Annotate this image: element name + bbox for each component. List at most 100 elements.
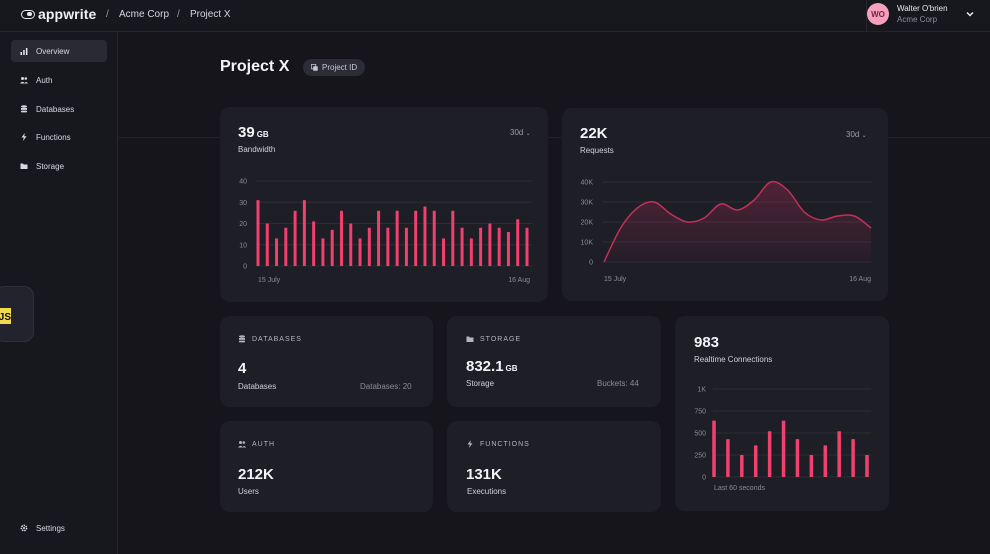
databases-card[interactable]: DATABASES 4 Databases Databases: 20 [220,316,433,407]
database-icon [239,335,245,343]
requests-area [604,181,871,262]
bar [256,200,260,266]
y-tick-label: 1K [697,387,706,394]
bar [321,238,325,266]
sidebar-item-functions[interactable]: Functions [11,126,107,148]
project-id-button[interactable]: Project ID [303,59,366,76]
y-tick-label: 30 [239,200,247,207]
y-tick-label: 30K [581,200,594,207]
databases-card-head: DATABASES [238,335,302,343]
bar [339,210,343,266]
sidebar-item-label: Overview [36,46,70,56]
x-tick-label: 15 July [604,276,627,283]
functions-label: Executions [467,487,507,496]
chevron-down-icon[interactable] [965,9,975,19]
auth-card[interactable]: AUTH 212K Users [220,421,433,512]
sidebar-item-label: Storage [36,161,65,171]
breadcrumb-separator: / [106,9,109,20]
databases-head-label: DATABASES [252,335,302,343]
bar [414,210,418,266]
bar [312,221,316,266]
bar [423,206,427,266]
y-tick-label: 10 [239,242,247,249]
bar [395,210,399,266]
bar [367,227,371,266]
bar [451,210,455,266]
bar [460,227,464,266]
y-tick-label: 40K [581,180,594,187]
lightning-icon [21,133,27,141]
breadcrumb-project[interactable]: Project X [190,9,231,20]
project-id-label: Project ID [322,63,358,72]
bar [753,445,758,477]
storage-card[interactable]: STORAGE 832.1 GB Storage Buckets: 44 [447,316,661,407]
functions-head-label: FUNCTIONS [480,440,530,448]
x-tick-label: 16 Aug [849,276,871,283]
bar [442,238,446,266]
bar [349,223,353,266]
auth-card-head: AUTH [238,440,275,448]
js-sdk-badge[interactable]: JS [0,286,34,342]
sidebar-item-settings[interactable]: Settings [11,517,107,539]
storage-label: Storage [466,379,495,388]
functions-card[interactable]: FUNCTIONS 131K Executions [447,421,661,512]
y-tick-label: 0 [243,264,247,271]
y-tick-label: 250 [694,453,706,460]
x-tick-label: 16 Aug [508,277,530,284]
bar [404,227,408,266]
breadcrumb-org[interactable]: Acme Corp [119,9,169,20]
bar [469,238,473,266]
sidebar-item-overview[interactable]: Overview [11,40,107,62]
folder-icon [466,336,474,342]
bar [488,223,492,266]
databases-meta: Databases: 20 [360,382,412,391]
bar-chart-icon [20,48,28,55]
bar [293,210,297,266]
bar [302,200,306,266]
bar [479,227,483,266]
bar [330,229,334,266]
functions-value: 131K [466,466,502,483]
y-tick-label: 0 [702,475,706,482]
appwrite-logo-icon [21,9,35,19]
requests-card: 22K Requests 30d ⌄ 40K 30K 20K 10K 0 15 July 1… [562,108,888,301]
bar [795,439,800,477]
page-title: Project X [220,58,290,75]
databases-value: 4 [238,360,247,377]
copy-icon [311,64,318,71]
user-menu[interactable]: WO Walter O'brien Acme Corp [866,0,990,31]
bar [726,439,730,477]
sidebar-item-label: Settings [36,523,65,533]
storage-value: 832.1 GB [466,358,518,375]
storage-card-head: STORAGE [466,335,521,343]
sidebar-item-label: Auth [36,75,53,85]
bar [740,455,744,477]
sidebar-item-label: Functions [36,132,71,142]
appwrite-logo[interactable]: appwrite [21,6,96,22]
top-bar: appwrite / Acme Corp / Project X WO Walt… [0,0,990,32]
auth-label: Users [238,487,259,496]
users-icon [20,77,28,84]
sidebar-item-label: Databases [36,104,75,114]
y-tick-label: 20 [239,221,247,228]
storage-meta: Buckets: 44 [597,379,639,388]
database-icon [21,105,27,113]
bar [712,420,716,477]
auth-value: 212K [238,466,274,483]
breadcrumb-separator: / [177,9,180,20]
sidebar-item-storage[interactable]: Storage [11,155,107,177]
bar [525,227,529,266]
user-name: Walter O'brien [897,4,948,13]
bar [823,445,828,477]
storage-head-label: STORAGE [480,335,522,343]
javascript-icon: JS [0,308,11,324]
bar [265,223,269,266]
sidebar-item-databases[interactable]: Databases [11,98,107,120]
auth-head-label: AUTH [252,440,276,448]
storage-unit: GB [505,364,518,373]
lightning-icon [467,440,473,448]
sidebar-item-auth[interactable]: Auth [11,69,107,91]
bar [516,219,520,266]
databases-label: Databases [238,382,277,391]
logo-text: appwrite [38,6,97,22]
